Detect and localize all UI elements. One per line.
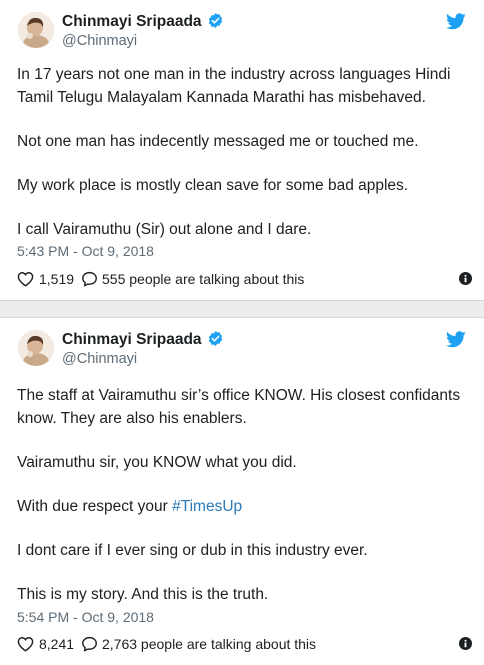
tweet-actions: 8,241 2,763 people are talking about thi… (17, 635, 472, 655)
tweet-text: In 17 years not one man in the industry … (17, 63, 472, 262)
tweet-separator (0, 300, 484, 318)
tweet-timestamp[interactable]: 5:43 PM - Oct 9, 2018 (17, 243, 154, 259)
tweet-actions: 1,519 555 people are talking about this (17, 270, 472, 290)
tweet-timestamp[interactable]: 5:54 PM - Oct 9, 2018 (17, 609, 154, 625)
comment-bubble-icon[interactable] (81, 271, 98, 287)
comment-bubble-icon[interactable] (81, 636, 98, 652)
tweet-paragraph: My work place is mostly clean save for s… (17, 177, 409, 194)
author-name[interactable]: Chinmayi Sripaada (62, 12, 224, 31)
avatar[interactable] (18, 12, 54, 48)
tweet-paragraph: Not one man has indecently messaged me o… (17, 133, 419, 150)
tweet-paragraph: The staff at Vairamuthu sir’s office KNO… (17, 387, 461, 427)
talking-about-link[interactable]: 2,763 people are talking about this (102, 636, 316, 652)
author-name[interactable]: Chinmayi Sripaada (62, 330, 224, 349)
tweet-paragraph: This is my story. And this is the truth. (17, 586, 269, 603)
tweet-paragraph: I call Vairamuthu (Sir) out alone and I … (17, 221, 312, 238)
twitter-bird-icon[interactable] (446, 13, 466, 30)
info-icon[interactable] (459, 272, 472, 285)
verified-badge-icon (208, 13, 222, 28)
tweet-paragraph: Vairamuthu sir, you KNOW what you did. (17, 454, 297, 471)
info-icon[interactable] (459, 637, 472, 650)
like-count[interactable]: 1,519 (39, 271, 74, 287)
like-count[interactable]: 8,241 (39, 636, 74, 652)
tweet-card-1: Chinmayi Sripaada @Chinmayi In 17 years … (0, 0, 484, 300)
avatar[interactable] (18, 330, 54, 366)
heart-icon[interactable] (17, 271, 34, 287)
heart-icon[interactable] (17, 636, 34, 652)
author-name-text[interactable]: Chinmayi Sripaada (62, 331, 202, 348)
hashtag-link[interactable]: #TimesUp (172, 498, 242, 515)
talking-about-link[interactable]: 555 people are talking about this (102, 271, 304, 287)
verified-badge-icon (208, 331, 222, 346)
tweet-paragraph: In 17 years not one man in the industry … (17, 66, 451, 106)
tweet-paragraph-with-hashtag: With due respect your #TimesUp (17, 495, 472, 518)
author-handle[interactable]: @Chinmayi (62, 33, 137, 49)
twitter-bird-icon[interactable] (446, 331, 466, 348)
tweet-card-2: Chinmayi Sripaada @Chinmayi The staff at… (0, 318, 484, 665)
tweet-text: The staff at Vairamuthu sir’s office KNO… (17, 384, 472, 627)
tweet-paragraph-text: With due respect your (17, 498, 168, 515)
author-name-text[interactable]: Chinmayi Sripaada (62, 13, 202, 30)
author-handle[interactable]: @Chinmayi (62, 351, 137, 367)
tweet-paragraph: I dont care if I ever sing or dub in thi… (17, 542, 368, 559)
